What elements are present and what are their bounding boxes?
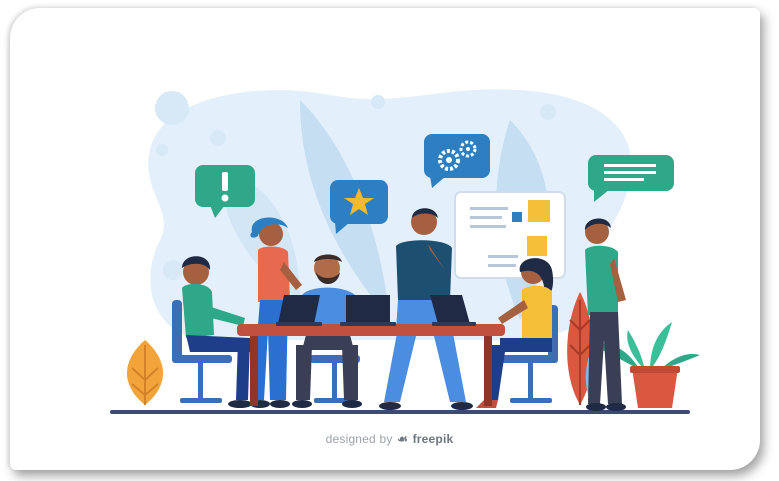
credit-brand: freepik [412,432,454,446]
message-bubble [588,155,674,202]
image-card [10,8,760,470]
dot [156,144,168,156]
plant-left [126,340,164,405]
image-credit: designed by ☙ freepik [0,432,779,446]
freepik-logo-icon: ☙ [397,432,409,446]
sticky-note [512,212,522,222]
page-frame: designed by ☙ freepik [0,0,779,481]
dot [540,104,556,120]
dot [210,130,226,146]
dot [371,95,385,109]
dot [155,91,189,125]
person-standing-right [584,218,626,411]
sticky-note [527,236,547,256]
teamwork-illustration [110,89,700,414]
credit-prefix: designed by [325,432,393,446]
dot [163,260,183,280]
floor-line [110,410,690,414]
laptop-icon [340,295,396,326]
plant-pot [632,368,678,408]
message-lines-icon [604,164,656,167]
exclamation-icon [222,172,228,191]
sticky-note [528,200,550,222]
